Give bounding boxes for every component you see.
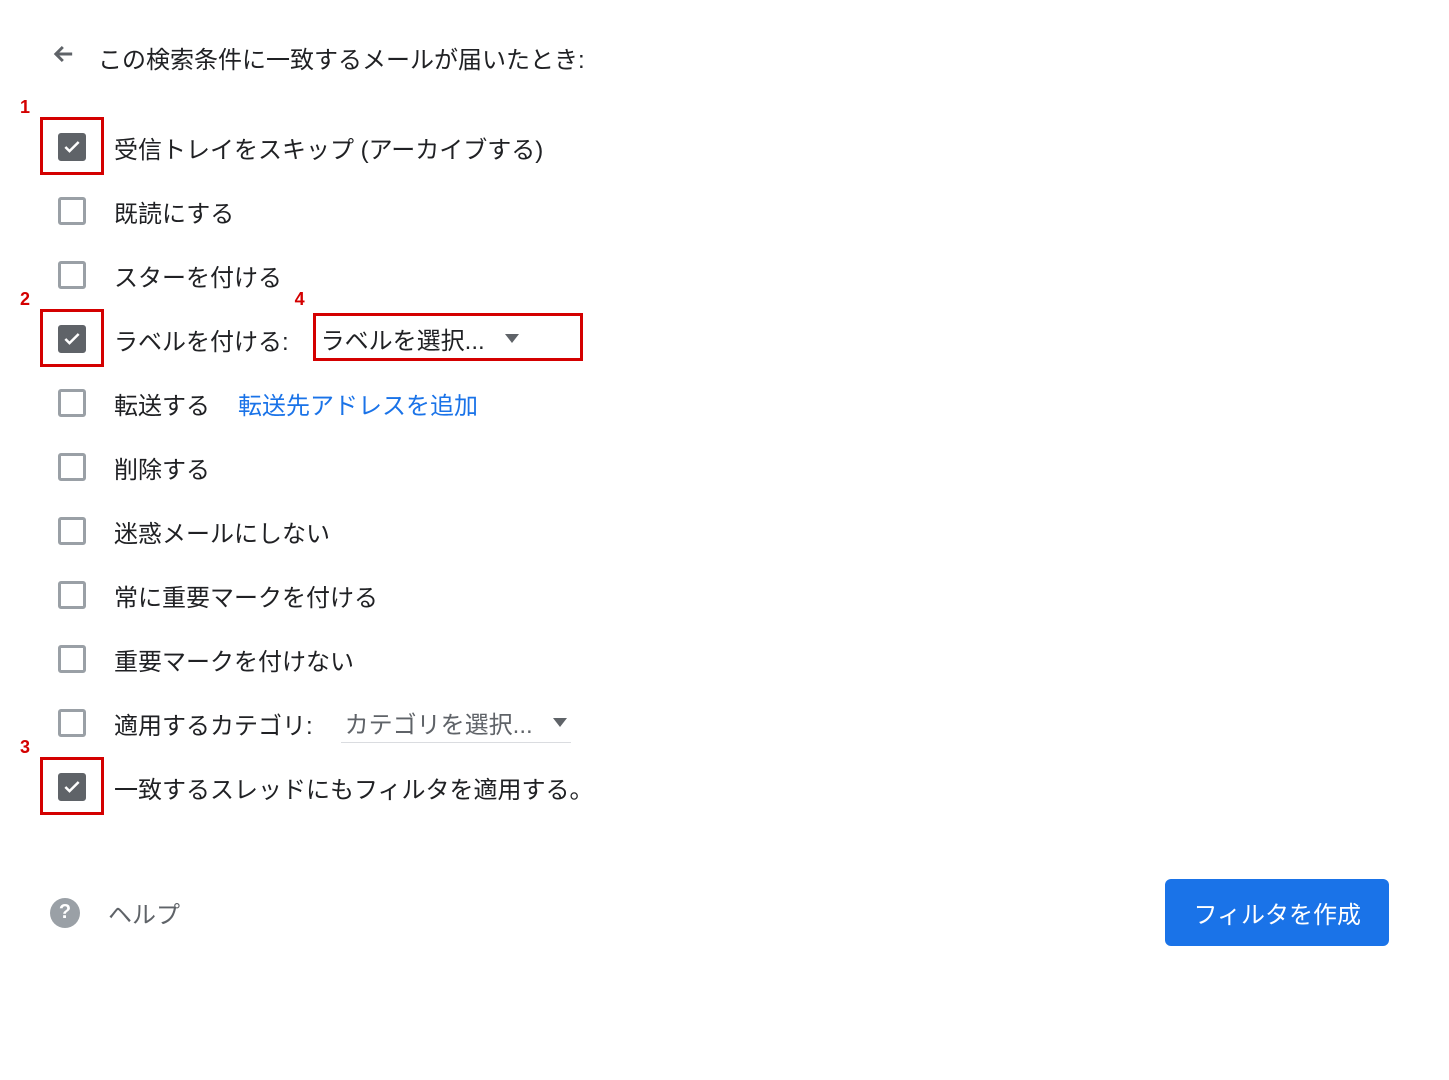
option-mark-read: 既読にする: [58, 179, 1399, 243]
label-star: スターを付ける: [114, 258, 282, 293]
checkbox-delete[interactable]: [58, 453, 86, 481]
checkbox-never-important[interactable]: [58, 645, 86, 673]
header-title: この検索条件に一致するメールが届いたとき:: [98, 40, 585, 75]
option-star: スターを付ける: [58, 243, 1399, 307]
label-skip-inbox: 受信トレイをスキップ (アーカイブする): [114, 130, 543, 165]
checkbox-also-apply[interactable]: [58, 773, 86, 801]
option-never-spam: 迷惑メールにしない: [58, 499, 1399, 563]
help-link[interactable]: ヘルプ: [108, 895, 180, 930]
label-mark-read: 既読にする: [114, 194, 234, 229]
checkbox-always-important[interactable]: [58, 581, 86, 609]
options-list: 1 受信トレイをスキップ (アーカイブする) 既読にする スターを付ける 2: [50, 115, 1399, 819]
option-delete: 削除する: [58, 435, 1399, 499]
option-apply-label: 2 ラベルを付ける: 4 ラベルを選択...: [58, 307, 1399, 371]
dropdown-label-text: ラベルを選択...: [321, 321, 485, 356]
option-always-important: 常に重要マークを付ける: [58, 563, 1399, 627]
label-apply-label: ラベルを付ける:: [114, 322, 289, 357]
dropdown-label-select[interactable]: ラベルを選択...: [317, 319, 523, 359]
checkbox-apply-label[interactable]: [58, 325, 86, 353]
footer-row: ? ヘルプ フィルタを作成: [50, 879, 1399, 946]
checkbox-skip-inbox[interactable]: [58, 133, 86, 161]
option-also-apply: 3 一致するスレッドにもフィルタを適用する。: [58, 755, 1399, 819]
option-apply-category: 適用するカテゴリ: カテゴリを選択...: [58, 691, 1399, 755]
label-forward: 転送する: [114, 386, 210, 421]
dropdown-category-select[interactable]: カテゴリを選択...: [341, 703, 571, 743]
filter-form: この検索条件に一致するメールが届いたとき: 1 受信トレイをスキップ (アーカイ…: [0, 0, 1449, 976]
checkbox-star[interactable]: [58, 261, 86, 289]
annotation-label-4: 4: [295, 289, 305, 310]
annotation-label-1: 1: [20, 97, 30, 118]
option-skip-inbox: 1 受信トレイをスキップ (アーカイブする): [58, 115, 1399, 179]
chevron-down-icon: [505, 334, 519, 343]
create-filter-button[interactable]: フィルタを作成: [1165, 879, 1389, 946]
header-row: この検索条件に一致するメールが届いたとき:: [50, 40, 1399, 75]
option-forward: 転送する 転送先アドレスを追加: [58, 371, 1399, 435]
annotation-label-2: 2: [20, 289, 30, 310]
annotation-label-3: 3: [20, 737, 30, 758]
back-arrow-icon[interactable]: [50, 40, 78, 75]
chevron-down-icon: [553, 718, 567, 727]
label-also-apply: 一致するスレッドにもフィルタを適用する。: [114, 770, 594, 805]
label-never-important: 重要マークを付けない: [114, 642, 354, 677]
option-never-important: 重要マークを付けない: [58, 627, 1399, 691]
checkbox-forward[interactable]: [58, 389, 86, 417]
dropdown-category-text: カテゴリを選択...: [345, 705, 533, 740]
help-icon[interactable]: ?: [50, 898, 80, 928]
label-delete: 削除する: [114, 450, 210, 485]
link-add-forward-address[interactable]: 転送先アドレスを追加: [238, 386, 478, 421]
label-never-spam: 迷惑メールにしない: [114, 514, 330, 549]
label-always-important: 常に重要マークを付ける: [114, 578, 378, 613]
checkbox-mark-read[interactable]: [58, 197, 86, 225]
checkbox-apply-category[interactable]: [58, 709, 86, 737]
label-apply-category: 適用するカテゴリ:: [114, 706, 313, 741]
footer-left: ? ヘルプ: [50, 895, 180, 930]
checkbox-never-spam[interactable]: [58, 517, 86, 545]
